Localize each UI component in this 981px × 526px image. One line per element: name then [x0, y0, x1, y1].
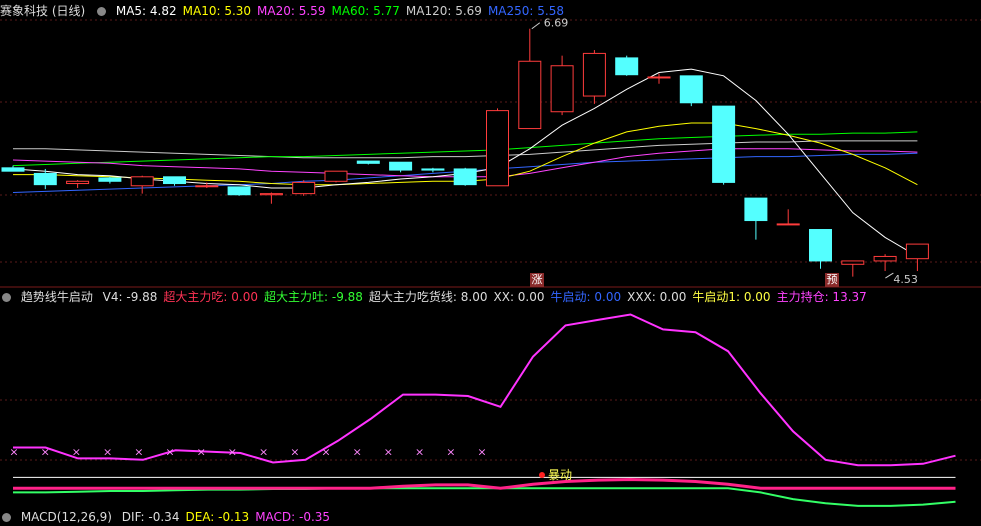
candle-body: [841, 260, 865, 265]
candle-body: [453, 168, 477, 186]
candle-body: [518, 60, 542, 130]
candle-body: [389, 161, 413, 171]
x-marker: ×: [72, 446, 81, 459]
x-marker: ×: [165, 446, 174, 459]
candle-body: [130, 176, 154, 187]
high-price-label: 6.69: [544, 17, 569, 30]
x-marker: ×: [446, 446, 455, 459]
candle-body: [1, 167, 25, 172]
x-marker: ×: [353, 446, 362, 459]
candle-body: [550, 65, 574, 113]
candle-body: [615, 57, 639, 76]
candle-body: [776, 223, 800, 226]
candle-body: [356, 160, 380, 164]
candle-body: [98, 177, 122, 182]
macd-legend-item-2: MACD: -0.35: [255, 510, 331, 524]
candle-body: [259, 193, 283, 196]
collapse-toggle-icon[interactable]: [2, 513, 11, 522]
candle-body: [905, 243, 929, 260]
low-price-label: 4.53: [893, 273, 918, 286]
x-marker: ×: [197, 446, 206, 459]
macd-legend: DIF: -0.34 DEA: -0.13 MACD: -0.35: [122, 510, 336, 524]
macd-header: MACD(12,26,9) DIF: -0.34 DEA: -0.13 MACD: …: [0, 508, 342, 526]
x-marker: ×: [477, 446, 486, 459]
x-marker: ×: [290, 446, 299, 459]
candle-body: [647, 76, 671, 79]
candle-body: [421, 168, 445, 171]
candle-body: [809, 229, 832, 262]
yu-marker: 预: [825, 273, 839, 287]
candle-body: [679, 75, 703, 104]
candle-body: [227, 186, 251, 196]
candle-body: [292, 181, 316, 195]
candle-body: [324, 170, 348, 182]
candle-body: [33, 172, 57, 186]
candle-body: [486, 110, 509, 187]
zhang-marker: 涨: [530, 273, 544, 287]
x-marker: ×: [259, 446, 268, 459]
candle-body: [66, 180, 90, 185]
x-marker: ×: [415, 446, 424, 459]
macd-title: MACD(12,26,9): [20, 510, 112, 524]
explosion-dot: [539, 472, 545, 478]
macd-legend-item-1: DEA: -0.13: [185, 510, 250, 524]
x-marker: ×: [41, 446, 50, 459]
x-marker: ×: [134, 446, 143, 459]
x-marker: ×: [384, 446, 393, 459]
candle-body: [163, 176, 186, 185]
high-pointer: [531, 22, 541, 30]
candle-body: [195, 185, 219, 188]
candle-body: [582, 52, 606, 97]
x-marker: ×: [228, 446, 237, 459]
candle-body: [873, 255, 897, 262]
macd-legend-item-0: DIF: -0.34: [121, 510, 180, 524]
main-holding-line: [13, 313, 956, 467]
x-marker: ×: [321, 446, 330, 459]
low-pointer: [885, 272, 894, 279]
ma5-line: [12, 68, 918, 257]
candle-body: [744, 197, 768, 222]
x-marker: ×: [9, 446, 18, 459]
indicator-chart: × × × × × × × × × × × × × × × ×: [0, 313, 981, 507]
x-marker: ×: [103, 446, 112, 459]
eat-bar-line: [13, 477, 956, 490]
spit-line: [13, 487, 956, 507]
candle-body: [712, 105, 736, 183]
explosion-label: 暴动: [548, 468, 573, 482]
candlestick-chart: 6.69 4.53: [0, 17, 981, 288]
